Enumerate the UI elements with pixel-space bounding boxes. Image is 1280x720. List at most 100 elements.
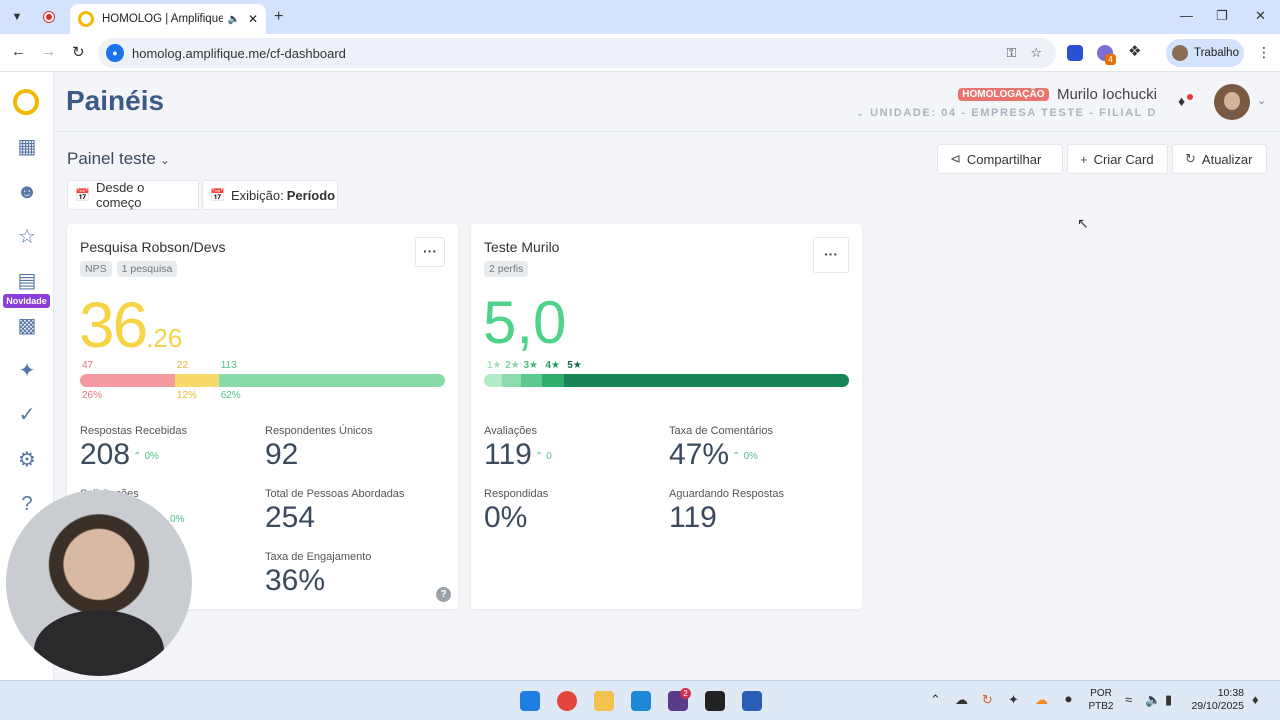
bookmark-star-icon[interactable]: ☆ bbox=[1030, 45, 1042, 61]
cloud-icon[interactable]: ☁ bbox=[955, 692, 968, 708]
address-bar[interactable]: ● homolog.amplifique.me/cf-dashboard ⚿ ☆ bbox=[98, 38, 1056, 68]
notion-icon[interactable] bbox=[705, 691, 725, 711]
browser-menu-icon[interactable]: ⋮ bbox=[1257, 44, 1271, 61]
metric-delta: 0 bbox=[546, 450, 552, 462]
app-tray-icon[interactable]: ✦ bbox=[1008, 692, 1019, 708]
metric-unique: Respondentes Únicos 92 bbox=[265, 425, 373, 472]
metric-label: Taxa de Engajamento bbox=[265, 551, 372, 563]
bar-chart-icon[interactable]: ▩ bbox=[15, 314, 39, 338]
metric-label: Taxa de Comentários bbox=[669, 425, 773, 437]
minimize-icon[interactable]: — bbox=[1180, 8, 1193, 23]
star-segment bbox=[502, 374, 521, 387]
chat-icon[interactable]: ▤ bbox=[15, 269, 39, 293]
gear-icon[interactable]: ⚙ bbox=[15, 448, 39, 472]
amplifique-favicon-icon bbox=[78, 11, 94, 27]
dashboard-grid-icon[interactable]: ▦ bbox=[15, 135, 39, 159]
metric-approached: Total de Pessoas Abordadas 254 bbox=[265, 488, 404, 535]
plus-icon: + bbox=[1080, 151, 1088, 167]
tray-chevron-up-icon[interactable]: ⌃ bbox=[930, 692, 941, 708]
battery-icon[interactable]: ▮ bbox=[1165, 692, 1172, 708]
nps-segment bbox=[174, 374, 219, 387]
check-circle-icon[interactable]: ✓ bbox=[15, 403, 39, 427]
user-info[interactable]: HOMOLOGAÇÃO Murilo Iochucki ⌄ UNIDADE: 0… bbox=[856, 86, 1157, 119]
magic-wand-icon[interactable]: ✦ bbox=[15, 359, 39, 383]
cloudflare-icon[interactable]: ☁ bbox=[1035, 692, 1048, 708]
refresh-button[interactable]: ↻ Atualizar bbox=[1172, 144, 1267, 174]
panel-name: Painel teste bbox=[67, 149, 156, 168]
tab-search-icon[interactable]: ▼ bbox=[6, 7, 28, 27]
amplifique-logo-icon[interactable] bbox=[13, 89, 39, 115]
nps-segment bbox=[218, 374, 445, 387]
panel-selector[interactable]: Painel teste ⌄ bbox=[67, 149, 170, 169]
extension-badge: 4 bbox=[1105, 54, 1116, 65]
vscode-icon[interactable] bbox=[631, 691, 651, 711]
webcam-overlay bbox=[6, 490, 192, 676]
file-explorer-icon[interactable] bbox=[594, 691, 614, 711]
chrome-icon[interactable] bbox=[557, 691, 577, 711]
microphone-icon[interactable]: ⚫ bbox=[1063, 692, 1074, 708]
lang-bottom: PTB2 bbox=[1088, 701, 1114, 712]
calendar-icon: 📅 bbox=[75, 188, 90, 202]
forward-icon[interactable]: → bbox=[41, 43, 56, 60]
avatar-chevron-down-icon[interactable]: ⌄ bbox=[1257, 94, 1266, 107]
word-icon[interactable] bbox=[742, 691, 762, 711]
restore-icon[interactable]: ❐ bbox=[1216, 8, 1228, 24]
card-menu-button[interactable]: ··· bbox=[813, 237, 849, 273]
card-tags: 2 perfis bbox=[484, 261, 529, 277]
period-filter[interactable]: 📅 Desde o começo bbox=[67, 180, 199, 210]
share-button[interactable]: ⊲ Compartilhar bbox=[937, 144, 1063, 174]
avatar[interactable] bbox=[1214, 84, 1250, 120]
webcam-person bbox=[34, 610, 164, 676]
notifications-bell-icon[interactable]: ♦ bbox=[1252, 692, 1259, 707]
card-menu-button[interactable]: ··· bbox=[415, 237, 445, 267]
wifi-icon[interactable]: ≈ bbox=[1125, 692, 1132, 707]
extensions-puzzle-icon[interactable]: ❖ bbox=[1128, 42, 1141, 60]
view-filter[interactable]: 📅 Exibição: Período bbox=[202, 180, 338, 210]
lang-top: POR bbox=[1090, 688, 1112, 699]
metric-label: Avaliações bbox=[484, 425, 537, 437]
url-text[interactable]: homolog.amplifique.me/cf-dashboard bbox=[132, 46, 1006, 61]
user-name: Murilo Iochucki bbox=[1056, 86, 1157, 104]
profile-button[interactable]: Trabalho bbox=[1166, 39, 1244, 67]
reload-icon[interactable]: ↻ bbox=[72, 43, 85, 61]
record-icon[interactable] bbox=[38, 7, 60, 27]
nps-score: 36.26 bbox=[79, 288, 182, 362]
metric-value: 92 bbox=[265, 438, 299, 471]
users-icon[interactable]: ☻ bbox=[15, 180, 39, 204]
extension-icon[interactable] bbox=[1067, 45, 1083, 61]
view-filter-prefix: Exibição: bbox=[230, 187, 284, 203]
browser-tab-strip: ▼ HOMOLOG | Amplifique.me 🔈 ✕ + — ❐ ✕ bbox=[0, 0, 1280, 34]
help-circle-icon[interactable]: ? bbox=[15, 492, 39, 516]
sync-icon[interactable]: ↻ bbox=[982, 692, 993, 708]
back-icon[interactable]: ← bbox=[11, 43, 26, 60]
window-close-icon[interactable]: ✕ bbox=[1255, 8, 1266, 24]
speaker-icon[interactable]: 🔈 bbox=[227, 14, 239, 25]
tab-close-icon[interactable]: ✕ bbox=[248, 12, 258, 26]
volume-icon[interactable]: 🔈 bbox=[1145, 692, 1161, 708]
metric-answered: Respondidas 0% bbox=[484, 488, 548, 535]
site-info-icon[interactable]: ● bbox=[106, 44, 124, 62]
star-distribution-bar bbox=[484, 374, 849, 387]
chevron-down-icon: ⌄ bbox=[159, 153, 170, 167]
windows-start-icon[interactable] bbox=[520, 691, 540, 711]
key-icon[interactable]: ⚿ bbox=[1006, 45, 1016, 61]
tag: 2 perfis bbox=[484, 261, 529, 277]
star-label: 3★ bbox=[523, 360, 539, 371]
new-tab-icon[interactable]: + bbox=[274, 8, 283, 26]
metric-engagement: Taxa de Engajamento 36% bbox=[265, 551, 371, 598]
share-label: Compartilhar bbox=[966, 151, 1042, 167]
star-segment bbox=[520, 374, 543, 387]
browser-tab[interactable]: HOMOLOG | Amplifique.me 🔈 ✕ bbox=[70, 4, 266, 34]
language-indicator[interactable]: POR PTB2 bbox=[1088, 687, 1114, 713]
slack-badge: 2 bbox=[680, 688, 691, 699]
star-label: 1★ bbox=[487, 360, 502, 371]
metric-received: Respostas Recebidas 208 ⌃ 0% bbox=[80, 425, 187, 472]
help-icon[interactable]: ? bbox=[436, 587, 451, 602]
star-segment bbox=[484, 374, 503, 387]
unit-selector[interactable]: ⌄ UNIDADE: 04 - EMPRESA TESTE - FILIAL D bbox=[856, 107, 1157, 119]
bell-icon[interactable]: ♦ bbox=[1178, 93, 1185, 109]
create-card-button[interactable]: + Criar Card bbox=[1067, 144, 1168, 174]
system-clock[interactable]: 10:38 29/10/2025 bbox=[1186, 687, 1244, 713]
star-icon[interactable]: ☆ bbox=[15, 225, 39, 249]
nps-segment-count: 113 bbox=[220, 360, 237, 371]
